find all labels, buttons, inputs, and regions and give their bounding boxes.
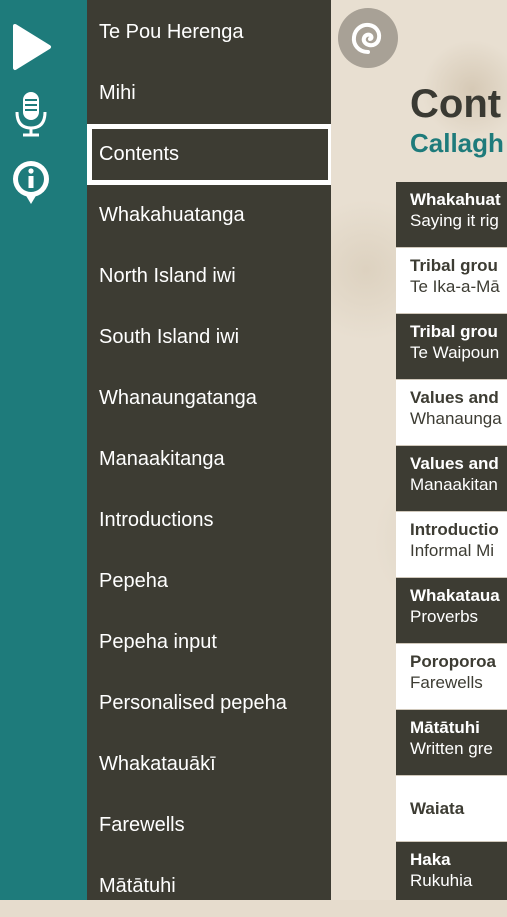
menu-item-farewells[interactable]: Farewells <box>87 795 331 856</box>
play-button[interactable] <box>0 22 62 72</box>
row-title: Haka <box>410 850 451 869</box>
menu-item-south-island-iwi[interactable]: South Island iwi <box>87 307 331 368</box>
row-title: Values and <box>410 388 499 407</box>
row-title: Tribal grou <box>410 256 498 275</box>
row-subtitle: Manaakitan <box>410 475 498 494</box>
record-button[interactable] <box>0 90 62 138</box>
menu-item-manaakitanga[interactable]: Manaakitanga <box>87 429 331 490</box>
contents-list: Whakahuat Saying it rig Tribal grou Te I… <box>396 182 507 900</box>
row-subtitle: Informal Mi <box>410 541 495 560</box>
icon-rail <box>0 0 87 900</box>
contents-row[interactable]: Poroporoa Farewells <box>396 644 507 710</box>
contents-row[interactable]: Values and Whanaunga <box>396 380 507 446</box>
row-title: Poroporoa <box>410 652 496 671</box>
row-title: Introductio <box>410 520 499 539</box>
menu-item-matatuhi[interactable]: Mātātuhi <box>87 856 331 917</box>
contents-row[interactable]: Whakataua Proverbs <box>396 578 507 644</box>
play-icon <box>13 24 51 70</box>
menu-item-mihi[interactable]: Mihi <box>87 63 331 124</box>
row-subtitle: Saying it rig <box>410 211 499 230</box>
menu-toggle-button[interactable] <box>338 8 398 68</box>
row-title: Whakahuat <box>410 190 501 209</box>
content-panel: Cont Callagh Whakahuat Saying it rig Tri… <box>331 0 507 900</box>
row-subtitle: Te Ika-a-Mā <box>410 277 500 296</box>
row-subtitle: Rukuhia <box>410 871 473 890</box>
page-title: Cont <box>410 82 502 126</box>
contents-row[interactable]: Tribal grou Te Ika-a-Mā <box>396 248 507 314</box>
row-title: Tribal grou <box>410 322 498 341</box>
row-title: Mātātuhi <box>410 718 480 737</box>
contents-row[interactable]: Waiata <box>396 776 507 842</box>
row-title: Whakataua <box>410 586 500 605</box>
menu-item-pepeha[interactable]: Pepeha <box>87 551 331 612</box>
menu-item-contents[interactable]: Contents <box>87 124 333 185</box>
koru-icon <box>351 22 382 54</box>
info-icon <box>13 161 49 204</box>
row-subtitle: Whanaunga <box>410 409 502 428</box>
contents-row[interactable]: Haka Rukuhia <box>396 842 507 900</box>
row-subtitle: Farewells <box>410 673 483 692</box>
contents-row[interactable]: Values and Manaakitan <box>396 446 507 512</box>
row-title: Waiata <box>410 799 465 818</box>
menu-item-te-pou-herenga[interactable]: Te Pou Herenga <box>87 2 331 63</box>
menu-item-personalised-pepeha[interactable]: Personalised pepeha <box>87 673 331 734</box>
menu-item-whakatauaki[interactable]: Whakatauākī <box>87 734 331 795</box>
page-subtitle: Callagh <box>410 128 504 158</box>
menu-item-whakahuatanga[interactable]: Whakahuatanga <box>87 185 331 246</box>
contents-row[interactable]: Introductio Informal Mi <box>396 512 507 578</box>
info-button[interactable] <box>0 158 62 206</box>
row-subtitle: Proverbs <box>410 607 479 626</box>
row-subtitle: Te Waipoun <box>410 343 500 362</box>
menu-item-introductions[interactable]: Introductions <box>87 490 331 551</box>
microphone-icon <box>15 92 47 137</box>
row-subtitle: Written gre <box>410 739 493 758</box>
side-menu: Te Pou Herenga Mihi Contents Whakahuatan… <box>87 0 333 900</box>
contents-row[interactable]: Whakahuat Saying it rig <box>396 182 507 248</box>
row-title: Values and <box>410 454 499 473</box>
menu-item-whanaungatanga[interactable]: Whanaungatanga <box>87 368 331 429</box>
contents-row[interactable]: Tribal grou Te Waipoun <box>396 314 507 380</box>
menu-item-pepeha-input[interactable]: Pepeha input <box>87 612 331 673</box>
menu-item-north-island-iwi[interactable]: North Island iwi <box>87 246 331 307</box>
contents-row[interactable]: Mātātuhi Written gre <box>396 710 507 776</box>
